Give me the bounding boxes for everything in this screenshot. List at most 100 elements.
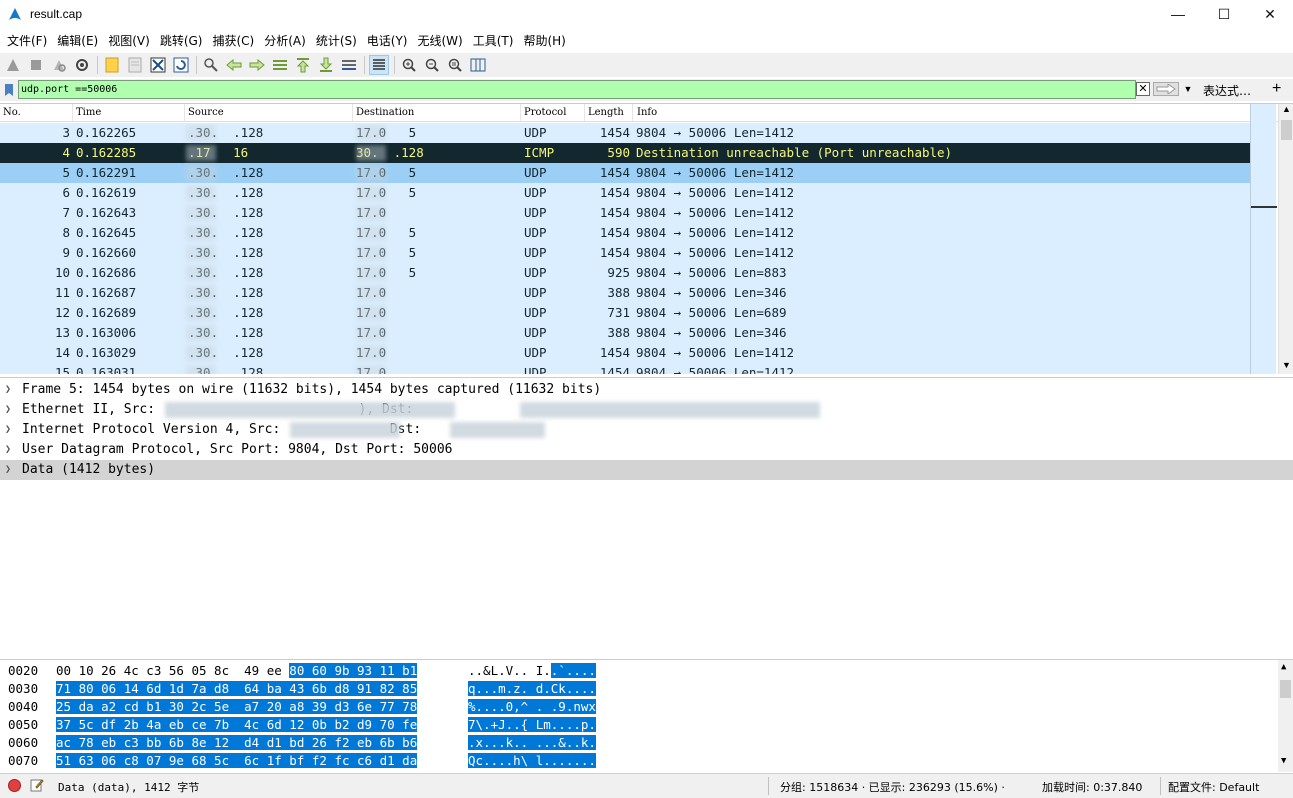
detail-row-frame[interactable]: ❯ Frame 5: 1454 bytes on wire (11632 bits… xyxy=(0,380,1293,400)
hex-bytes[interactable]: 37 5c df 2b 4a eb ce 7b 4c 6d 12 0b b2 d… xyxy=(56,716,418,734)
stop-icon[interactable] xyxy=(26,55,46,75)
column-divider[interactable] xyxy=(520,104,521,122)
column-divider[interactable] xyxy=(584,104,585,122)
chevron-right-icon[interactable]: ❯ xyxy=(5,460,11,480)
zoom-out-icon[interactable] xyxy=(422,55,442,75)
find-packet-icon[interactable] xyxy=(201,55,221,75)
scroll-down-icon[interactable]: ▼ xyxy=(1282,360,1291,370)
column-divider[interactable] xyxy=(352,104,353,122)
packet-row[interactable]: 7 0.162643.30. .128 17.0 UDP 1454 9804 → 5000… xyxy=(0,203,1250,223)
packet-row[interactable]: 11 0.162687.30. .128 17.0 UDP 388 9804 → 5000… xyxy=(0,283,1250,303)
column-divider[interactable] xyxy=(632,104,633,122)
packet-row[interactable]: 5 0.162291.30. .128 17.0 5 UDP 1454 9804 → 50… xyxy=(0,163,1250,183)
packet-row[interactable]: 15 0.163031.30. .128 17.0 UDP 1454 9804 → 500… xyxy=(0,363,1250,374)
bookmark-icon[interactable] xyxy=(2,81,16,99)
hex-bytes[interactable]: 71 80 06 14 6d 1d 7a d8 64 ba 43 6b d8 9… xyxy=(56,680,418,698)
packet-row[interactable]: 4 0.162285.17 16 30. .128 ICMP 590 Destinatio… xyxy=(0,143,1250,163)
column-header-destination[interactable]: Destination xyxy=(356,107,414,118)
shark-fin-start-icon[interactable] xyxy=(3,55,23,75)
packet-row[interactable]: 3 0.162265.30. .128 17.0 5 UDP 1454 9804 → 50… xyxy=(0,123,1250,143)
detail-row-data[interactable]: ❯ Data (1412 bytes) xyxy=(0,460,1293,480)
profile-text[interactable]: 配置文件: Default xyxy=(1168,779,1259,795)
go-back-icon[interactable] xyxy=(224,55,244,75)
bytes-scrollbar[interactable]: ▲ ▼ xyxy=(1278,660,1293,772)
hex-bytes[interactable]: 51 63 06 c8 07 9e 68 5c 6c 1f bf f2 fc c… xyxy=(56,752,418,770)
packet-row[interactable]: 12 0.162689.30. .128 17.0 UDP 731 9804 → 5000… xyxy=(0,303,1250,323)
scroll-up-icon[interactable]: ▲ xyxy=(1281,662,1286,672)
detail-row-udp[interactable]: ❯ User Datagram Protocol, Src Port: 9804,… xyxy=(0,440,1293,460)
menu-go[interactable]: 跳转(G) xyxy=(155,32,208,49)
menu-telephony[interactable]: 电话(Y) xyxy=(362,32,413,49)
ascii-bytes[interactable]: 7\.+J..{ Lm....p. xyxy=(468,716,596,734)
go-first-icon[interactable] xyxy=(293,55,313,75)
reload-icon[interactable] xyxy=(171,55,191,75)
close-window-button[interactable]: ✕ xyxy=(1247,0,1293,28)
column-divider[interactable] xyxy=(184,104,185,122)
scroll-up-icon[interactable]: ▲ xyxy=(1282,104,1291,114)
go-forward-icon[interactable] xyxy=(247,55,267,75)
open-file-icon[interactable] xyxy=(102,55,122,75)
menu-help[interactable]: 帮助(H) xyxy=(518,32,570,49)
capture-options-icon[interactable] xyxy=(72,55,92,75)
expert-info-icon[interactable] xyxy=(8,779,21,795)
ascii-bytes[interactable]: q...m.z. d.Ck.... xyxy=(468,680,596,698)
display-filter-input[interactable]: udp.port ==50006 xyxy=(18,80,1136,99)
clear-filter-button[interactable]: ✕ xyxy=(1136,82,1150,96)
go-to-packet-icon[interactable] xyxy=(270,55,290,75)
column-header-source[interactable]: Source xyxy=(188,107,224,118)
scroll-down-icon[interactable]: ▼ xyxy=(1281,756,1286,766)
chevron-right-icon[interactable]: ❯ xyxy=(5,420,11,440)
menu-statistics[interactable]: 统计(S) xyxy=(311,32,362,49)
go-last-icon[interactable] xyxy=(316,55,336,75)
packet-row[interactable]: 13 0.163006.30. .128 17.0 UDP 388 9804 → 5000… xyxy=(0,323,1250,343)
menu-capture[interactable]: 捕获(C) xyxy=(207,32,259,49)
menu-tools[interactable]: 工具(T) xyxy=(468,32,519,49)
scroll-thumb[interactable] xyxy=(1280,680,1291,698)
apply-filter-button[interactable] xyxy=(1153,82,1179,96)
chevron-right-icon[interactable]: ❯ xyxy=(5,400,11,420)
column-header-info[interactable]: Info xyxy=(637,107,657,118)
column-header-no[interactable]: No. xyxy=(3,107,21,118)
packet-row[interactable]: 10 0.162686.30. .128 17.0 5 UDP 925 9804 → 50… xyxy=(0,263,1250,283)
menu-analyze[interactable]: 分析(A) xyxy=(259,32,311,49)
chevron-right-icon[interactable]: ❯ xyxy=(5,440,11,460)
hex-bytes[interactable]: 25 da a2 cd b1 30 2c 5e a7 20 a8 39 d3 6… xyxy=(56,698,418,716)
column-divider[interactable] xyxy=(72,104,73,122)
packet-list-scrollbar[interactable]: ▲ ▼ xyxy=(1278,104,1293,374)
menu-edit[interactable]: 编辑(E) xyxy=(52,32,103,49)
ascii-bytes[interactable]: ..&L.V.. I..`.... xyxy=(468,662,596,680)
detail-row-ipv4[interactable]: ❯ Internet Protocol Version 4, Src: Dst: xyxy=(0,420,1293,440)
detail-row-ethernet[interactable]: ❯Ethernet II, Src: ), Dst: xyxy=(0,400,1293,420)
autoscroll-icon[interactable] xyxy=(339,55,359,75)
column-header-length[interactable]: Length xyxy=(588,107,624,118)
chevron-right-icon[interactable]: ❯ xyxy=(5,380,11,400)
colorize-icon[interactable] xyxy=(369,55,389,75)
menu-wireless[interactable]: 无线(W) xyxy=(413,32,468,49)
resize-columns-icon[interactable] xyxy=(468,55,488,75)
hex-bytes[interactable]: 00 10 26 4c c3 56 05 8c 49 ee 80 60 9b 9… xyxy=(56,662,418,680)
expression-button[interactable]: 表达式… xyxy=(1203,82,1251,99)
save-file-icon[interactable] xyxy=(125,55,145,75)
filter-history-dropdown[interactable]: ▼ xyxy=(1181,82,1195,96)
edit-comment-icon[interactable] xyxy=(30,778,44,795)
packet-minimap[interactable] xyxy=(1250,104,1277,374)
close-file-icon[interactable] xyxy=(148,55,168,75)
zoom-in-icon[interactable] xyxy=(399,55,419,75)
packet-row[interactable]: 6 0.162619.30. .128 17.0 5 UDP 1454 9804 → 50… xyxy=(0,183,1250,203)
restart-icon[interactable] xyxy=(49,55,69,75)
minimize-button[interactable]: — xyxy=(1155,0,1201,28)
packet-row[interactable]: 8 0.162645.30. .128 17.0 5 UDP 1454 9804 → 50… xyxy=(0,223,1250,243)
scroll-thumb[interactable] xyxy=(1281,120,1292,140)
column-header-time[interactable]: Time xyxy=(76,107,101,118)
maximize-button[interactable]: ☐ xyxy=(1201,0,1247,28)
normal-size-icon[interactable] xyxy=(445,55,465,75)
packet-row[interactable]: 9 0.162660.30. .128 17.0 5 UDP 1454 9804 → 50… xyxy=(0,243,1250,263)
ascii-bytes[interactable]: .x...k.. ...&..k. xyxy=(468,734,596,752)
hex-bytes[interactable]: ac 78 eb c3 bb 6b 8e 12 d4 d1 bd 26 f2 e… xyxy=(56,734,418,752)
menu-view[interactable]: 视图(V) xyxy=(103,32,155,49)
menu-file[interactable]: 文件(F) xyxy=(2,32,52,49)
ascii-bytes[interactable]: %....0,^ . .9.nwx xyxy=(468,698,596,716)
column-header-protocol[interactable]: Protocol xyxy=(524,107,566,118)
ascii-bytes[interactable]: Qc....h\ l....... xyxy=(468,752,596,770)
add-filter-button[interactable]: + xyxy=(1272,80,1281,98)
